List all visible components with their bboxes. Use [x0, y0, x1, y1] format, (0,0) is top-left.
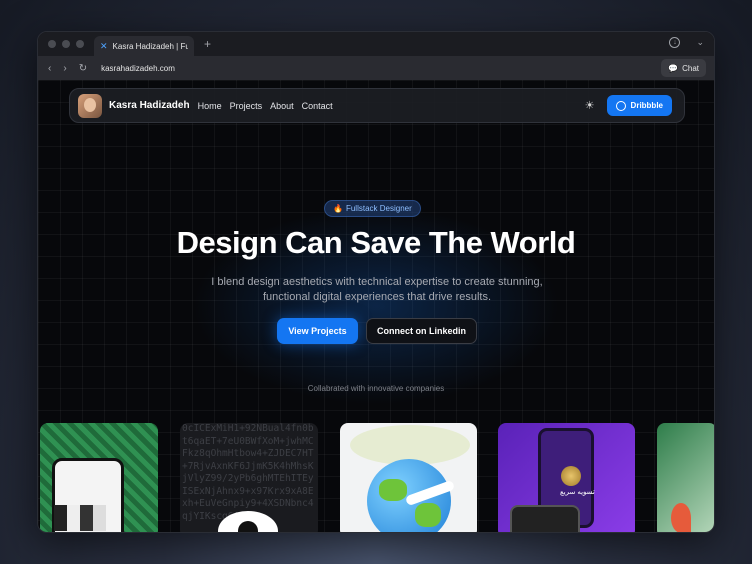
dribbble-icon [615, 100, 626, 111]
site-navbar: Kasra Hadizadeh Home Projects About Cont… [69, 88, 685, 123]
favicon-icon: ✕ [100, 40, 108, 51]
product-thumbnails [54, 505, 106, 531]
active-tab[interactable]: ✕ Kasra Hadizadeh | Fullstack Designer [94, 36, 194, 56]
download-icon[interactable]: ↓ [669, 37, 681, 48]
nav-about[interactable]: About [270, 101, 294, 111]
nav-home[interactable]: Home [198, 101, 222, 111]
avatar[interactable] [78, 93, 102, 118]
code-text: 0cICExMiH1+92NBual4fn0bt6qaET+7eU0BWfXoM… [182, 423, 314, 522]
fire-icon: 🔥 [333, 204, 343, 213]
browser-window: ✕ Kasra Hadizadeh | Fullstack Designer +… [37, 31, 715, 533]
nav-links: Home Projects About Contact [198, 101, 333, 111]
hero-title: Design Can Save The World [176, 225, 576, 260]
collab-caption: Collabrated with innovative companies [307, 384, 445, 393]
brand-name[interactable]: Kasra Hadizadeh [109, 100, 190, 111]
address-toolbar: ‹ › ↻ kasrahadizadeh.com 💬 Chat [38, 56, 714, 80]
tab-title: Kasra Hadizadeh | Fullstack Designer [112, 41, 188, 51]
showcase-card-fintech[interactable]: تسویه سریع [498, 423, 635, 532]
minimize-dot[interactable] [62, 40, 70, 48]
medal-icon [561, 466, 581, 486]
land-shape [379, 479, 407, 501]
theme-toggle-sun-icon[interactable]: ☀ [585, 99, 595, 112]
nav-contact[interactable]: Contact [302, 101, 333, 111]
tab-bar: ✕ Kasra Hadizadeh | Fullstack Designer +… [38, 32, 714, 56]
view-projects-button[interactable]: View Projects [277, 318, 358, 344]
chat-label: Chat [682, 63, 699, 73]
showcase-card-ecommerce[interactable] [40, 423, 158, 532]
leaf-shape [671, 503, 691, 532]
hero-subtitle: I blend design aesthetics with technical… [211, 276, 543, 303]
linkedin-button[interactable]: Connect on Linkedin [366, 318, 477, 344]
fintech-label: تسویه سریع [560, 489, 595, 496]
role-badge: 🔥 Fullstack Designer [324, 200, 421, 217]
chevron-down-icon[interactable]: ⌄ [696, 37, 704, 48]
dribbble-label: Dribbble [630, 101, 663, 110]
tab-actions: ↓ ⌄ [669, 37, 704, 48]
showcase-card-partial[interactable] [657, 423, 714, 532]
phone-mockup-secondary [510, 505, 580, 532]
showcase-card-code[interactable]: 0cICExMiH1+92NBual4fn0bt6qaET+7eU0BWfXoM… [180, 423, 318, 532]
zoom-dot[interactable] [76, 40, 84, 48]
land-shape [415, 503, 441, 527]
chat-button[interactable]: 💬 Chat [661, 59, 706, 77]
chat-icon: 💬 [668, 63, 679, 73]
address-bar[interactable]: kasrahadizadeh.com [101, 64, 175, 73]
new-tab-button[interactable]: + [204, 37, 211, 51]
forward-icon[interactable]: › [63, 63, 66, 74]
back-icon[interactable]: ‹ [48, 63, 51, 74]
page-content: Kasra Hadizadeh Home Projects About Cont… [38, 80, 714, 532]
nav-projects[interactable]: Projects [230, 101, 263, 111]
window-controls [48, 40, 84, 48]
dribbble-button[interactable]: Dribbble [606, 95, 672, 116]
close-dot[interactable] [48, 40, 56, 48]
reload-icon[interactable]: ↻ [79, 63, 87, 74]
role-badge-label: Fullstack Designer [345, 204, 412, 213]
showcase-card-globe[interactable] [340, 423, 477, 532]
